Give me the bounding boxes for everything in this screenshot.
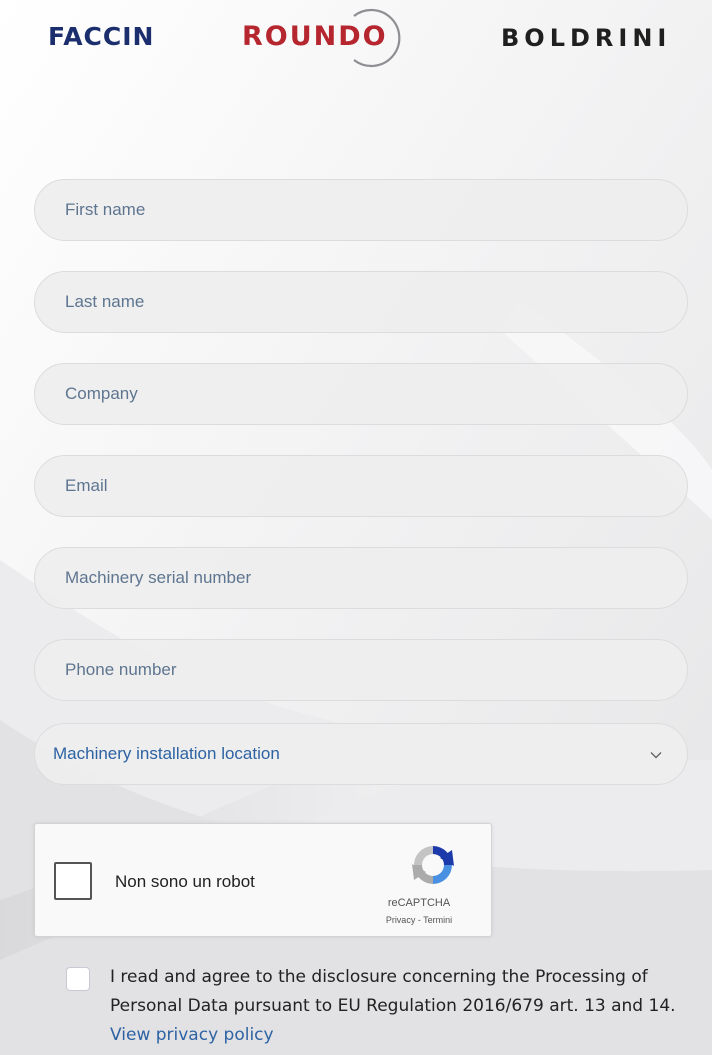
installation-location-value: Machinery installation location bbox=[53, 744, 280, 763]
privacy-consent-label: I read and agree to the disclosure conce… bbox=[110, 967, 676, 1016]
brand-logos: FACCIN ROUNDO BOLDRINI bbox=[0, 0, 712, 80]
last-name-input[interactable] bbox=[34, 271, 688, 333]
first-name-input[interactable] bbox=[34, 179, 688, 241]
boldrini-logo: BOLDRINI bbox=[501, 24, 672, 52]
contact-form: Machinery installation location bbox=[34, 179, 688, 785]
phone-input[interactable] bbox=[34, 639, 688, 701]
recaptcha-logo-icon bbox=[412, 846, 454, 884]
privacy-consent-checkbox[interactable] bbox=[66, 967, 90, 991]
roundo-arc-icon bbox=[353, 8, 401, 68]
page: FACCIN ROUNDO BOLDRINI Machinery install… bbox=[0, 0, 712, 1055]
company-input[interactable] bbox=[34, 363, 688, 425]
recaptcha-brand: reCAPTCHA bbox=[387, 897, 451, 909]
recaptcha-widget: Non sono un robot reCAPTCHA Privacy - Te… bbox=[34, 823, 492, 937]
serial-number-input[interactable] bbox=[34, 547, 688, 609]
recaptcha-links[interactable]: Privacy - Termini bbox=[355, 915, 483, 925]
installation-location-select[interactable]: Machinery installation location bbox=[34, 723, 688, 785]
faccin-logo: FACCIN bbox=[48, 22, 155, 51]
recaptcha-label: Non sono un robot bbox=[115, 872, 255, 891]
privacy-consent-text: I read and agree to the disclosure conce… bbox=[110, 963, 680, 1050]
view-privacy-policy-link[interactable]: View privacy policy bbox=[110, 1025, 274, 1045]
recaptcha-checkbox[interactable] bbox=[54, 862, 92, 900]
chevron-down-icon bbox=[650, 752, 662, 759]
email-input[interactable] bbox=[34, 455, 688, 517]
